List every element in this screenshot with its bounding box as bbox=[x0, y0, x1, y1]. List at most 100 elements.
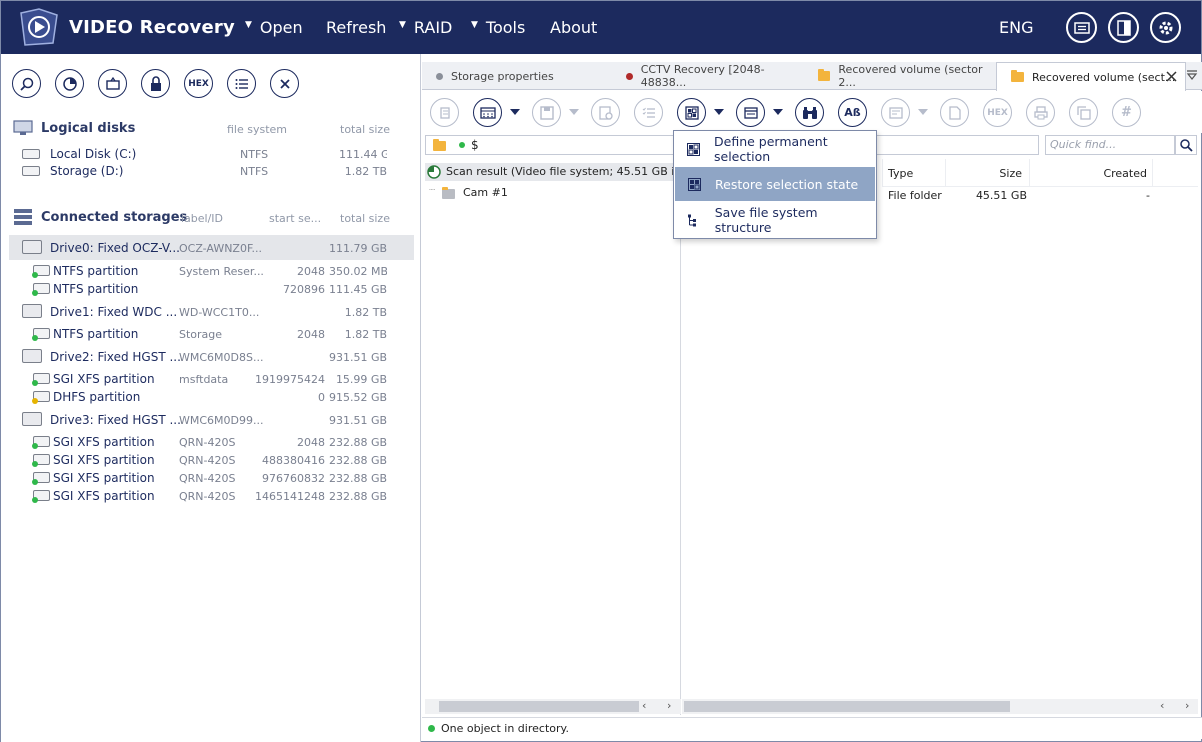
table-row[interactable]: File folder 45.51 GB - bbox=[882, 187, 1198, 205]
scroll-right-icon[interactable]: › bbox=[1185, 699, 1189, 712]
logical-disk-name: Local Disk (C:) bbox=[50, 147, 137, 161]
chevron-down-icon[interactable] bbox=[569, 109, 579, 115]
log-button[interactable] bbox=[1066, 12, 1097, 43]
storage-row-drive3[interactable]: Drive3: Fixed HGST ... WMC6M0D99... 931.… bbox=[9, 411, 414, 429]
chevron-down-icon[interactable] bbox=[918, 109, 928, 115]
encryption-button[interactable] bbox=[141, 69, 170, 98]
chevron-down-icon[interactable] bbox=[510, 109, 520, 115]
logical-disk-fs: NTFS bbox=[240, 148, 269, 161]
menu-item-restore-selection-state[interactable]: Restore selection state bbox=[675, 167, 875, 201]
file-properties-button[interactable] bbox=[940, 98, 969, 127]
menu-raid[interactable]: ▼ RAID bbox=[399, 18, 452, 37]
properties-button[interactable] bbox=[227, 69, 256, 98]
menu-open[interactable]: ▼ Open bbox=[245, 18, 303, 37]
checklist-button[interactable] bbox=[634, 98, 663, 127]
tree-connector: ┈ bbox=[429, 185, 436, 196]
scrollbar-thumb[interactable] bbox=[684, 701, 1010, 712]
save-button[interactable] bbox=[532, 98, 561, 127]
tree-root-row[interactable]: Scan result (Video file system; 45.51 GB… bbox=[425, 163, 706, 181]
chevron-down-icon[interactable] bbox=[714, 109, 724, 115]
storage-row-partition[interactable]: SGI XFS partition QRN-420S 488380416 232… bbox=[9, 451, 414, 469]
scan-button[interactable] bbox=[55, 69, 84, 98]
partition-icon bbox=[32, 490, 50, 503]
storage-row-partition[interactable]: SGI XFS partition QRN-420S 2048 232.88 G… bbox=[9, 433, 414, 451]
storage-row-partition[interactable]: SGI XFS partition QRN-420S 1465141248 23… bbox=[9, 487, 414, 505]
preview-button[interactable] bbox=[736, 98, 765, 127]
menu-item-save-file-system-structure[interactable]: Save file system structure bbox=[675, 203, 875, 237]
scroll-right-icon[interactable]: › bbox=[667, 699, 671, 712]
tree-horizontal-scrollbar[interactable]: ‹ › bbox=[425, 699, 681, 714]
storage-label: QRN-420S bbox=[179, 454, 236, 467]
storage-row-drive0[interactable]: Drive0: Fixed OCZ-V... OCZ-AWNZ0F... 111… bbox=[9, 235, 414, 260]
scrollbar-thumb[interactable] bbox=[439, 701, 639, 712]
hex-button[interactable]: HEX bbox=[184, 69, 213, 98]
find-button[interactable] bbox=[795, 98, 824, 127]
storage-name: Drive1: Fixed WDC ... bbox=[50, 305, 178, 319]
selection-button[interactable] bbox=[677, 98, 706, 127]
status-dot-icon bbox=[459, 142, 465, 148]
close-storage-button[interactable] bbox=[270, 69, 299, 98]
storage-size: 232.88 GB bbox=[329, 454, 387, 467]
storage-row-partition[interactable]: NTFS partition System Reser... 2048 350.… bbox=[9, 262, 414, 280]
tree-view-button[interactable] bbox=[430, 98, 459, 127]
storage-row-drive1[interactable]: Drive1: Fixed WDC ... WD-WCC1T0... 1.82 … bbox=[9, 303, 414, 321]
tab-cctv-recovery[interactable]: CCTV Recovery [2048-48838... bbox=[612, 62, 804, 90]
tree-item-row[interactable]: ┈ Cam #1 bbox=[425, 183, 681, 201]
partition-icon bbox=[32, 328, 50, 341]
export-button[interactable] bbox=[1069, 98, 1098, 127]
menu-tools[interactable]: ▼ Tools bbox=[471, 18, 525, 37]
view-mode-button[interactable] bbox=[473, 98, 502, 127]
menu-about[interactable]: About bbox=[550, 18, 597, 37]
storage-row-partition[interactable]: DHFS partition 0 915.52 GB bbox=[9, 388, 414, 406]
storage-size: 232.88 GB bbox=[329, 472, 387, 485]
tab-recovered-volume-2[interactable]: Recovered volume (sect... bbox=[996, 62, 1186, 91]
panel-toggle-button[interactable] bbox=[1108, 12, 1139, 43]
folder-icon bbox=[1011, 70, 1024, 82]
quick-find-input[interactable]: Quick find... bbox=[1045, 135, 1175, 155]
storage-row-partition[interactable]: SGI XFS partition msftdata 1919975424 15… bbox=[9, 370, 414, 388]
tab-storage-properties[interactable]: Storage properties bbox=[422, 62, 612, 90]
col-header-created[interactable]: Created bbox=[1092, 167, 1147, 180]
settings-button[interactable] bbox=[1150, 12, 1181, 43]
cell-type: File folder bbox=[888, 189, 942, 202]
tab-list-icon[interactable] bbox=[1186, 69, 1198, 82]
storage-row-partition[interactable]: NTFS partition 720896 111.45 GB bbox=[9, 280, 414, 298]
menu-item-label: Restore selection state bbox=[715, 176, 859, 192]
printer-icon bbox=[1033, 105, 1048, 119]
storage-label: WD-WCC1T0... bbox=[179, 306, 260, 319]
scroll-left-icon[interactable]: ‹ bbox=[642, 699, 646, 712]
logical-disk-row[interactable]: Storage (D:) NTFS 1.82 TB bbox=[9, 162, 414, 180]
close-icon bbox=[279, 78, 290, 89]
quick-find-button[interactable] bbox=[1175, 135, 1197, 155]
save-as-button[interactable] bbox=[591, 98, 620, 127]
print-button[interactable] bbox=[1026, 98, 1055, 127]
scroll-left-icon[interactable]: ‹ bbox=[1160, 699, 1164, 712]
col-header-type[interactable]: Type bbox=[888, 167, 913, 180]
menu-item-define-permanent-selection[interactable]: Define permanent selection bbox=[675, 132, 875, 166]
col-header-total-size: total size bbox=[340, 123, 390, 136]
tab-recovered-volume-1[interactable]: Recovered volume (sector 2... bbox=[804, 62, 996, 90]
image-button[interactable] bbox=[98, 69, 127, 98]
col-header-file-system: file system bbox=[227, 123, 288, 136]
logical-disk-row[interactable]: Local Disk (C:) NTFS 111.44 GB bbox=[9, 145, 414, 163]
storage-row-partition[interactable]: NTFS partition Storage 2048 1.82 TB bbox=[9, 325, 414, 343]
hash-button[interactable]: # bbox=[1112, 98, 1141, 127]
col-header-size[interactable]: Size bbox=[982, 167, 1022, 180]
hex-view-button[interactable]: HEX bbox=[983, 98, 1012, 127]
document-icon bbox=[948, 105, 961, 120]
image-view-button[interactable] bbox=[881, 98, 910, 127]
storage-start: 720896 bbox=[283, 283, 325, 296]
search-drive-button[interactable] bbox=[12, 69, 41, 98]
list-horizontal-scrollbar[interactable]: ‹ › bbox=[682, 699, 1198, 714]
storage-row-partition[interactable]: SGI XFS partition QRN-420S 976760832 232… bbox=[9, 469, 414, 487]
menu-refresh[interactable]: Refresh bbox=[326, 18, 386, 37]
storage-size: 931.51 GB bbox=[329, 351, 387, 364]
image-icon bbox=[888, 106, 903, 119]
close-tab-icon[interactable] bbox=[1166, 71, 1177, 82]
disk-icon bbox=[22, 149, 40, 159]
chevron-down-icon[interactable] bbox=[773, 109, 783, 115]
storage-name: Drive2: Fixed HGST ... bbox=[50, 350, 181, 364]
case-sensitive-button[interactable]: Aß bbox=[838, 98, 867, 127]
language-selector[interactable]: ENG bbox=[999, 18, 1033, 37]
storage-row-drive2[interactable]: Drive2: Fixed HGST ... WMC6M0D8S... 931.… bbox=[9, 348, 414, 366]
